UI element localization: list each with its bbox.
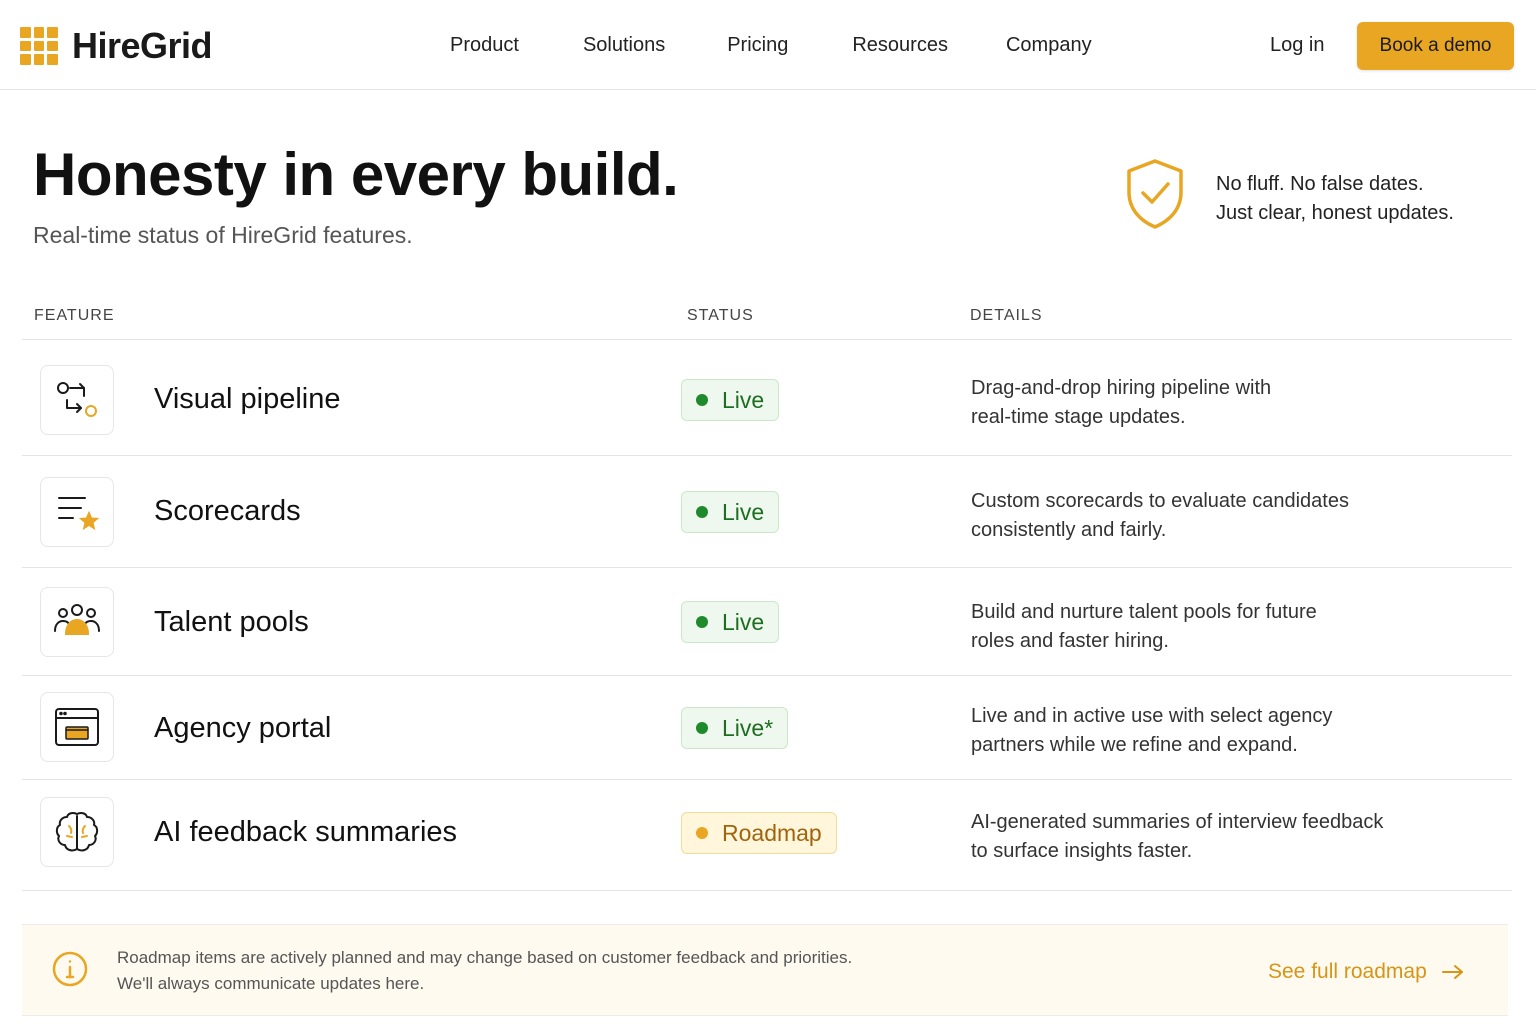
status-dot <box>696 394 708 406</box>
details-line: Custom scorecards to evaluate candidates <box>971 490 1349 512</box>
login-link[interactable]: Log in <box>1270 34 1325 57</box>
grid-logo-icon <box>20 27 58 65</box>
nav-link-resources[interactable]: Resources <box>852 34 948 57</box>
status-badge: Live* <box>681 707 789 749</box>
shield-check-icon <box>1127 159 1183 229</box>
note-text: Roadmap items are actively planned and m… <box>117 945 852 997</box>
brand-logo[interactable]: HireGrid <box>20 25 213 66</box>
feature-details: Build and nurture talent pools for futur… <box>971 598 1441 656</box>
note-line-1: Roadmap items are actively planned and m… <box>117 948 853 967</box>
scorecard-icon <box>40 477 114 547</box>
promise-line-2: Just clear, honest updates. <box>1216 202 1454 224</box>
feature-name: AI feedback summaries <box>154 816 458 848</box>
roadmap-link-label: See full roadmap <box>1268 960 1427 983</box>
details-line: consistently and fairly. <box>971 519 1167 541</box>
table-row: Agency portal Live* Live and in active u… <box>22 676 1512 779</box>
status-label: Roadmap <box>722 819 822 846</box>
status-badge: Roadmap <box>681 812 837 854</box>
column-header-status: STATUS <box>687 307 754 324</box>
column-header-details: DETAILS <box>970 307 1043 324</box>
details-line: AI-generated summaries of interview feed… <box>971 811 1384 833</box>
feature-details: Custom scorecards to evaluate candidates… <box>971 487 1441 545</box>
details-line: partners while we refine and expand. <box>971 734 1298 756</box>
nav-link-company[interactable]: Company <box>1006 34 1092 57</box>
talent-pools-icon <box>40 587 114 657</box>
book-demo-button[interactable]: Book a demo <box>1357 22 1514 70</box>
status-dot <box>696 506 708 518</box>
feature-name: Talent pools <box>154 606 309 638</box>
row-divider <box>22 890 1512 891</box>
feature-name: Visual pipeline <box>154 383 341 415</box>
portal-window-icon <box>40 692 114 762</box>
top-navbar: HireGrid Product Solutions Pricing Resou… <box>0 0 1536 90</box>
status-dot <box>696 722 708 734</box>
feature-details: Live and in active use with select agenc… <box>971 702 1441 760</box>
details-line: Build and nurture talent pools for futur… <box>971 601 1317 623</box>
note-line-2: We'll always communicate updates here. <box>117 974 425 993</box>
feature-name: Agency portal <box>154 712 332 744</box>
nav-link-pricing[interactable]: Pricing <box>727 34 788 57</box>
details-line: roles and faster hiring. <box>971 630 1169 652</box>
nav-link-solutions[interactable]: Solutions <box>583 34 665 57</box>
arrow-right-icon <box>1441 965 1463 979</box>
promise-line-1: No fluff. No false dates. <box>1216 173 1424 195</box>
status-badge: Live <box>681 601 780 643</box>
details-line: Live and in active use with select agenc… <box>971 705 1333 727</box>
status-dot <box>696 616 708 628</box>
page-title: Honesty in every build. <box>33 141 679 208</box>
honesty-promise: No fluff. No false dates. Just clear, ho… <box>1216 170 1454 228</box>
details-line: real-time stage updates. <box>971 406 1186 428</box>
feature-name: Scorecards <box>154 495 301 527</box>
see-full-roadmap-link[interactable]: See full roadmap <box>1268 960 1465 984</box>
info-icon <box>52 951 88 987</box>
status-label: Live <box>722 386 765 413</box>
roadmap-note: Roadmap items are actively planned and m… <box>22 924 1508 1016</box>
column-header-feature: FEATURE <box>34 307 115 324</box>
nav-link-product[interactable]: Product <box>450 34 519 57</box>
table-row: Talent pools Live Build and nurture tale… <box>22 568 1512 675</box>
status-label: Live <box>722 608 765 635</box>
table-row: Visual pipeline Live Drag-and-drop hirin… <box>22 340 1512 455</box>
status-badge: Live <box>681 379 780 421</box>
brand-name: HireGrid <box>72 25 213 66</box>
page-subtitle: Real-time status of HireGrid features. <box>33 222 413 248</box>
table-row: Scorecards Live Custom scorecards to eva… <box>22 456 1512 567</box>
feature-details: AI-generated summaries of interview feed… <box>971 808 1441 866</box>
status-dot <box>696 827 708 839</box>
status-label: Live <box>722 498 765 525</box>
ai-brain-icon <box>40 797 114 867</box>
pipeline-icon <box>40 365 114 435</box>
feature-details: Drag-and-drop hiring pipeline with real-… <box>971 374 1441 432</box>
table-row: AI feedback summaries Roadmap AI-generat… <box>22 780 1512 890</box>
details-line: to surface insights faster. <box>971 840 1193 862</box>
status-label: Live* <box>722 714 774 741</box>
details-line: Drag-and-drop hiring pipeline with <box>971 377 1272 399</box>
nav-links: Product Solutions Pricing Resources Comp… <box>450 34 1092 57</box>
status-badge: Live <box>681 491 780 533</box>
